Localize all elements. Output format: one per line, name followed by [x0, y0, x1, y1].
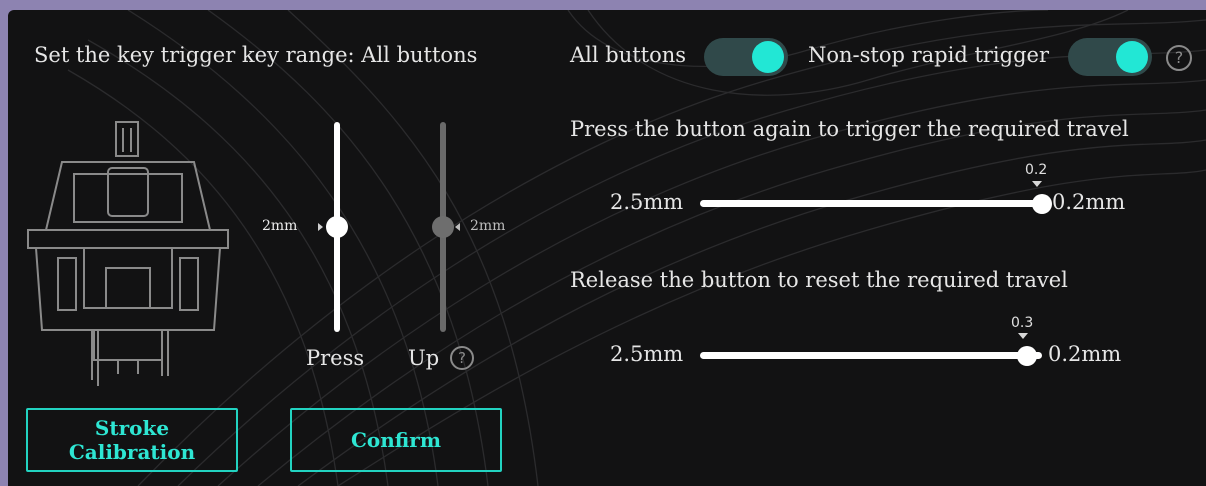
- up-value-pointer: [455, 223, 460, 231]
- press-value-pointer: [318, 223, 323, 231]
- non-stop-rapid-trigger-toggle[interactable]: [1068, 38, 1152, 76]
- toggle-knob: [752, 41, 784, 73]
- trigger-range-label: Set the key trigger key range: All butto…: [34, 43, 478, 67]
- help-icon[interactable]: ?: [1166, 45, 1192, 71]
- reset-travel-slider[interactable]: [700, 344, 1042, 368]
- reset-travel-value-pointer: [1018, 333, 1028, 339]
- up-label: Up: [408, 346, 440, 370]
- trigger-travel-value-tag: 0.2: [1025, 162, 1048, 178]
- press-label: Press: [306, 346, 365, 370]
- confirm-button[interactable]: Confirm: [290, 408, 502, 472]
- mechanical-switch-icon: [27, 121, 229, 386]
- stroke-calibration-button[interactable]: Stroke Calibration: [26, 408, 238, 472]
- reset-travel-title: Release the button to reset the required…: [570, 268, 1068, 292]
- reset-travel-value-tag: 0.3: [1011, 315, 1034, 331]
- press-travel-handle[interactable]: [326, 216, 348, 238]
- trigger-travel-slider[interactable]: [700, 192, 1052, 216]
- press-travel-value: 2mm: [262, 218, 298, 234]
- toggle-knob: [1116, 41, 1148, 73]
- up-travel-handle[interactable]: [432, 216, 454, 238]
- up-travel-value: 2mm: [470, 218, 506, 234]
- rapid-trigger-panel: Set the key trigger key range: All butto…: [8, 10, 1206, 486]
- up-help-icon[interactable]: ?: [450, 346, 474, 370]
- reset-travel-min-label: 2.5mm: [610, 342, 684, 366]
- all-buttons-label: All buttons: [570, 43, 687, 67]
- trigger-travel-title: Press the button again to trigger the re…: [570, 117, 1129, 141]
- trigger-travel-min-label: 2.5mm: [610, 190, 684, 214]
- slider-handle[interactable]: [1032, 194, 1052, 214]
- trigger-travel-value-pointer: [1032, 181, 1042, 187]
- slider-track[interactable]: [700, 352, 1042, 359]
- all-buttons-toggle[interactable]: [704, 38, 788, 76]
- trigger-travel-max-label: 0.2mm: [1052, 190, 1126, 214]
- non-stop-rapid-trigger-label: Non-stop rapid trigger: [808, 43, 1049, 67]
- slider-track[interactable]: [700, 200, 1042, 207]
- slider-handle[interactable]: [1016, 346, 1037, 366]
- reset-travel-max-label: 0.2mm: [1048, 342, 1122, 366]
